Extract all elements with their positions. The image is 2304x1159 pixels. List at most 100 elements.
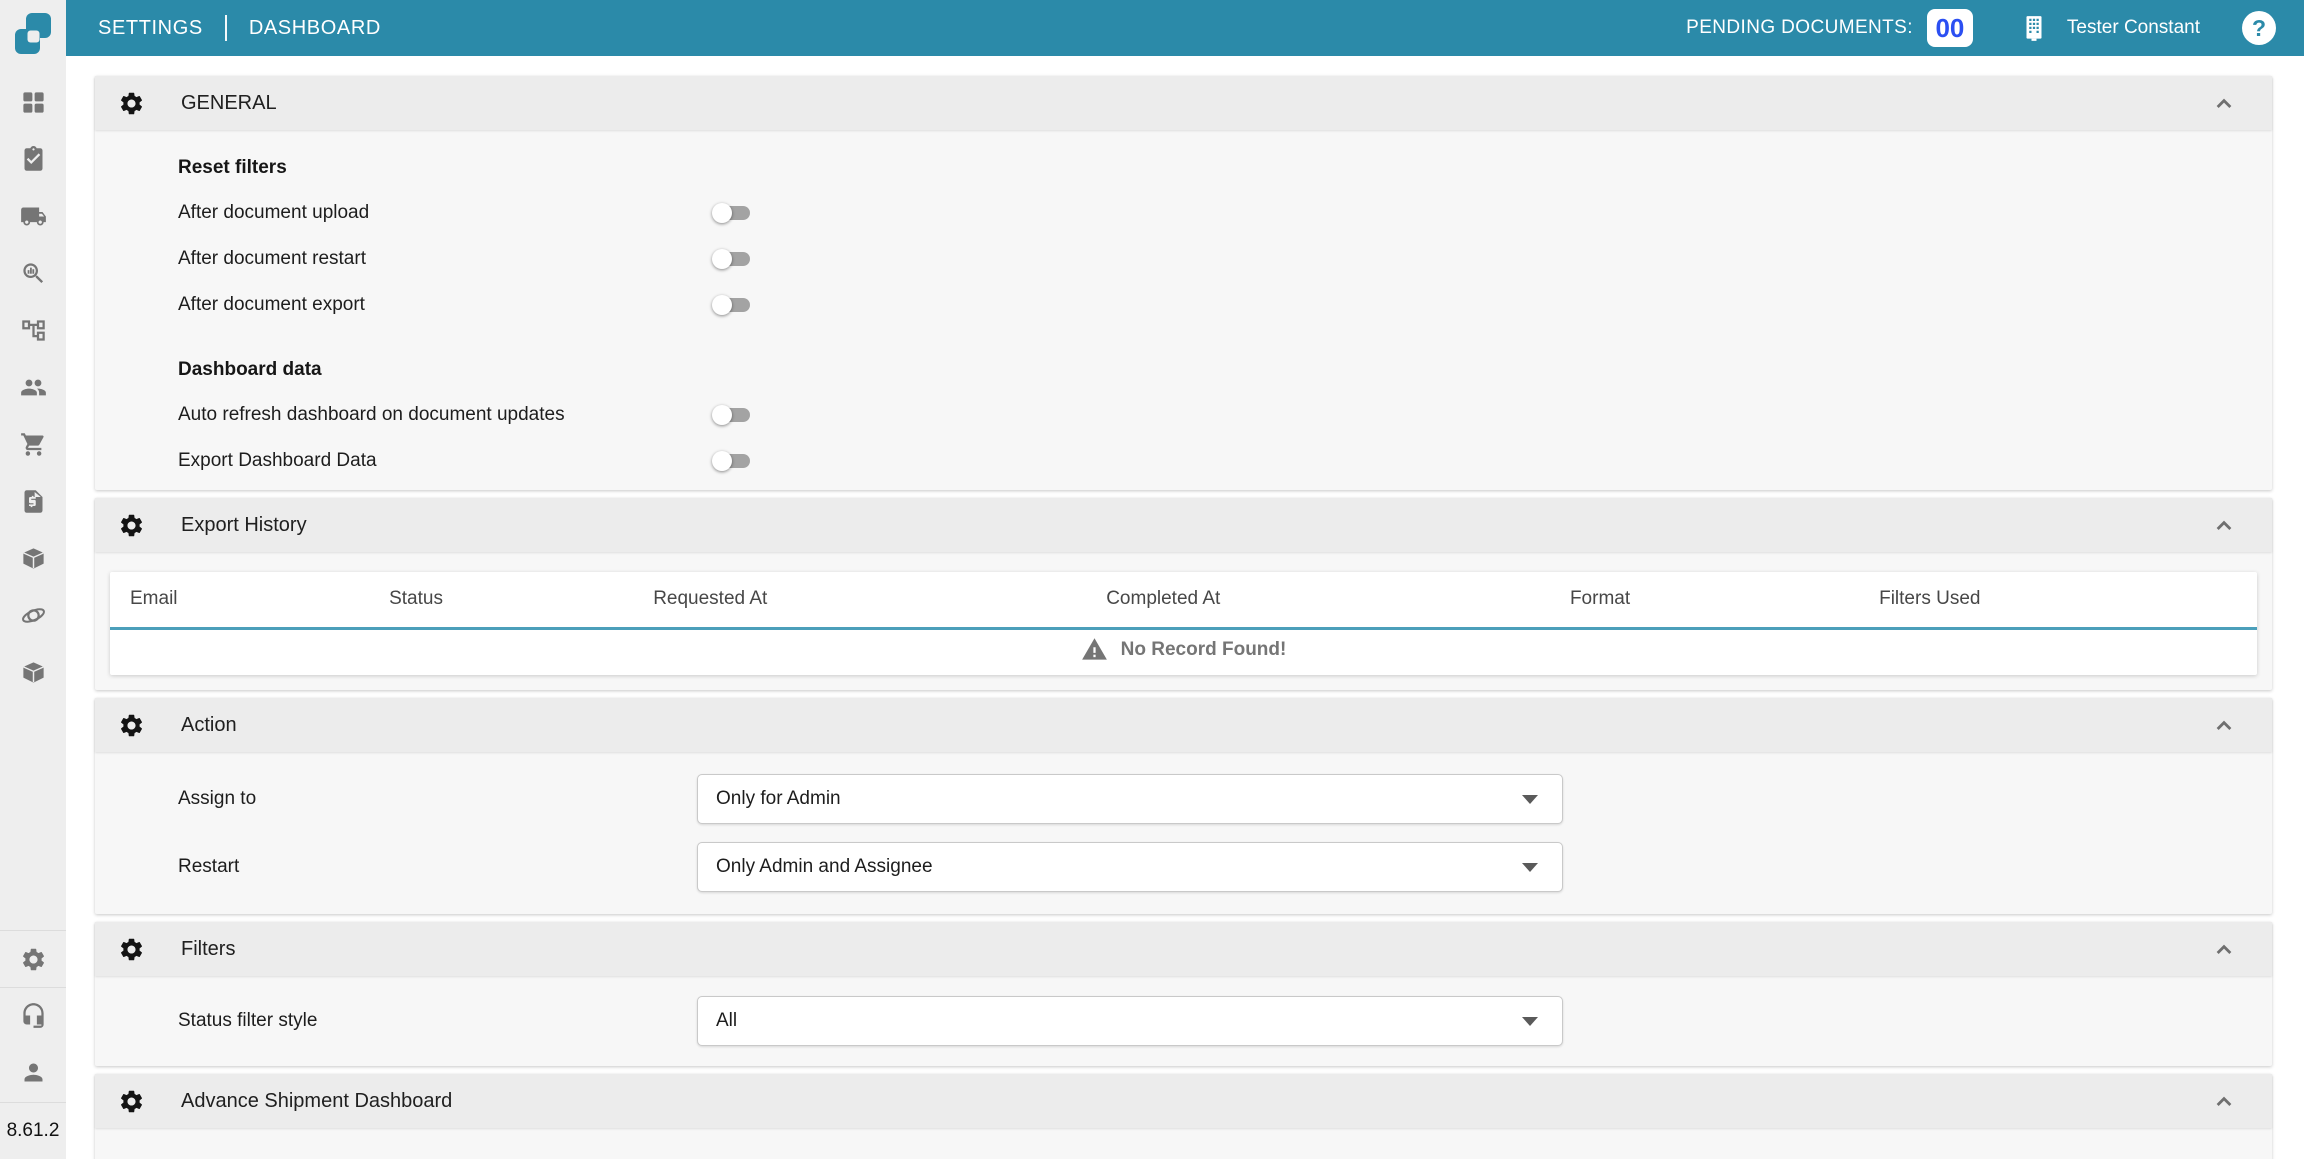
sidebar-item-account[interactable] [0, 1042, 66, 1102]
topbar-right: PENDING DOCUMENTS: 00 Tester Constant ? [1686, 9, 2276, 47]
selected-value: Only Admin and Assignee [716, 856, 933, 878]
restart-select[interactable]: Only Admin and Assignee [697, 842, 1563, 892]
column-header-requested-at: Requested At [653, 572, 1106, 628]
chevron-up-icon [2210, 1087, 2238, 1115]
sidebar-item-dashboard[interactable] [20, 74, 47, 131]
pending-documents-label: PENDING DOCUMENTS: [1686, 17, 1913, 39]
nav-separator [225, 15, 227, 41]
chevron-up-icon [2210, 935, 2238, 963]
collapse-button[interactable] [2210, 711, 2238, 739]
setting-row: After document restart [178, 236, 2272, 282]
sidebar-item-package[interactable] [20, 530, 47, 587]
chevron-up-icon [2210, 89, 2238, 117]
section-header-general[interactable]: GENERAL [95, 76, 2272, 130]
gear-icon [118, 712, 145, 739]
sidebar-item-tasks[interactable] [20, 131, 47, 188]
field-label: Restart [178, 856, 697, 878]
caret-down-icon [1522, 863, 1538, 872]
section-header-advance-shipment[interactable]: Advance Shipment Dashboard [95, 1074, 2272, 1128]
setting-row: After document export [178, 282, 2272, 328]
topbar-nav: SETTINGS DASHBOARD [98, 15, 381, 41]
section-body-general: Reset filters After document upload Afte… [95, 130, 2272, 490]
toggle-label: Export Dashboard Data [178, 450, 712, 472]
app-logo[interactable] [11, 7, 55, 64]
column-header-status: Status [389, 572, 653, 628]
sidebar-item-search-analytics[interactable] [20, 245, 47, 302]
toggle-thumb [712, 295, 732, 315]
section-header-action[interactable]: Action [95, 698, 2272, 752]
toggle-after-document-export[interactable] [712, 295, 750, 315]
collapse-button[interactable] [2210, 511, 2238, 539]
dashboard-grid-icon [20, 89, 47, 116]
sidebar-item-shipping[interactable] [20, 188, 47, 245]
toggle-thumb [712, 203, 732, 223]
users-icon [20, 374, 47, 401]
toggle-after-document-restart[interactable] [712, 249, 750, 269]
nav-dashboard[interactable]: DASHBOARD [249, 17, 381, 40]
collapse-button[interactable] [2210, 1087, 2238, 1115]
section-header-filters[interactable]: Filters [95, 922, 2272, 976]
hierarchy-icon [20, 317, 47, 344]
topbar: SETTINGS DASHBOARD PENDING DOCUMENTS: 00 [66, 0, 2304, 56]
column-header-email: Email [110, 572, 389, 628]
group-heading: Dashboard data [178, 348, 2272, 392]
sidebar-item-invoice[interactable] [20, 473, 47, 530]
section-header-export-history[interactable]: Export History [95, 498, 2272, 552]
field-label: Assign to [178, 788, 697, 810]
nav-settings[interactable]: SETTINGS [98, 17, 203, 40]
gear-icon [118, 936, 145, 963]
export-history-table: Email Status Requested At Completed At F… [110, 572, 2257, 675]
toggle-label: Auto refresh dashboard on document updat… [178, 404, 712, 426]
sidebar-item-users[interactable] [20, 359, 47, 416]
gear-icon [118, 90, 145, 117]
help-button[interactable]: ? [2242, 11, 2276, 45]
collapse-button[interactable] [2210, 935, 2238, 963]
help-icon: ? [2252, 15, 2266, 42]
assign-to-select[interactable]: Only for Admin [697, 774, 1563, 824]
user-name[interactable]: Tester Constant [2067, 17, 2200, 39]
sidebar-item-hierarchy[interactable] [20, 302, 47, 359]
setting-row: Status filter style All [178, 996, 2272, 1046]
settings-gear-icon [20, 946, 47, 973]
search-analytics-icon [20, 260, 47, 287]
cart-icon [20, 431, 47, 458]
sidebar-item-support[interactable] [0, 988, 66, 1042]
section-title: Action [181, 714, 237, 737]
setting-row: Export Dashboard Data [178, 438, 2272, 484]
collapse-button[interactable] [2210, 89, 2238, 117]
package-icon [20, 545, 47, 572]
section-export-history: Export History Email Status Requested At… [95, 498, 2272, 690]
app-logo-icon [11, 7, 55, 59]
sidebar-item-integrations[interactable] [20, 587, 47, 644]
section-advance-shipment: Advance Shipment Dashboard [95, 1074, 2272, 1159]
section-body-export-history: Email Status Requested At Completed At F… [95, 552, 2272, 690]
status-filter-style-select[interactable]: All [697, 996, 1563, 1046]
section-title: Export History [181, 514, 307, 537]
toggle-thumb [712, 249, 732, 269]
sidebar-item-settings[interactable] [0, 931, 66, 987]
column-header-filters-used: Filters Used [1879, 572, 2257, 628]
group-heading: Reset filters [178, 146, 2272, 190]
section-body-filters: Status filter style All [95, 976, 2272, 1066]
support-headset-icon [20, 1002, 47, 1029]
toggle-label: After document restart [178, 248, 712, 270]
main-content: GENERAL Reset filters After document upl… [66, 56, 2304, 1159]
section-action: Action Assign to Only for Admin Restart … [95, 698, 2272, 914]
setting-row: Assign to Only for Admin [178, 774, 2272, 824]
sidebar-item-package-alt[interactable] [20, 644, 47, 701]
toggle-auto-refresh-dashboard[interactable] [712, 405, 750, 425]
section-title: GENERAL [181, 92, 277, 115]
chevron-up-icon [2210, 711, 2238, 739]
column-header-completed-at: Completed At [1106, 572, 1570, 628]
warning-triangle-icon [1081, 636, 1108, 663]
organization-button[interactable] [2019, 13, 2049, 43]
setting-row: Restart Only Admin and Assignee [178, 842, 2272, 892]
sidebar-item-cart[interactable] [20, 416, 47, 473]
section-title: Filters [181, 938, 235, 961]
field-label: Status filter style [178, 1010, 697, 1032]
toggle-after-document-upload[interactable] [712, 203, 750, 223]
toggle-export-dashboard-data[interactable] [712, 451, 750, 471]
app-root: 8.61.2 SETTINGS DASHBOARD PENDING DOCUME… [0, 0, 2304, 1159]
toggle-thumb [712, 405, 732, 425]
chevron-up-icon [2210, 511, 2238, 539]
